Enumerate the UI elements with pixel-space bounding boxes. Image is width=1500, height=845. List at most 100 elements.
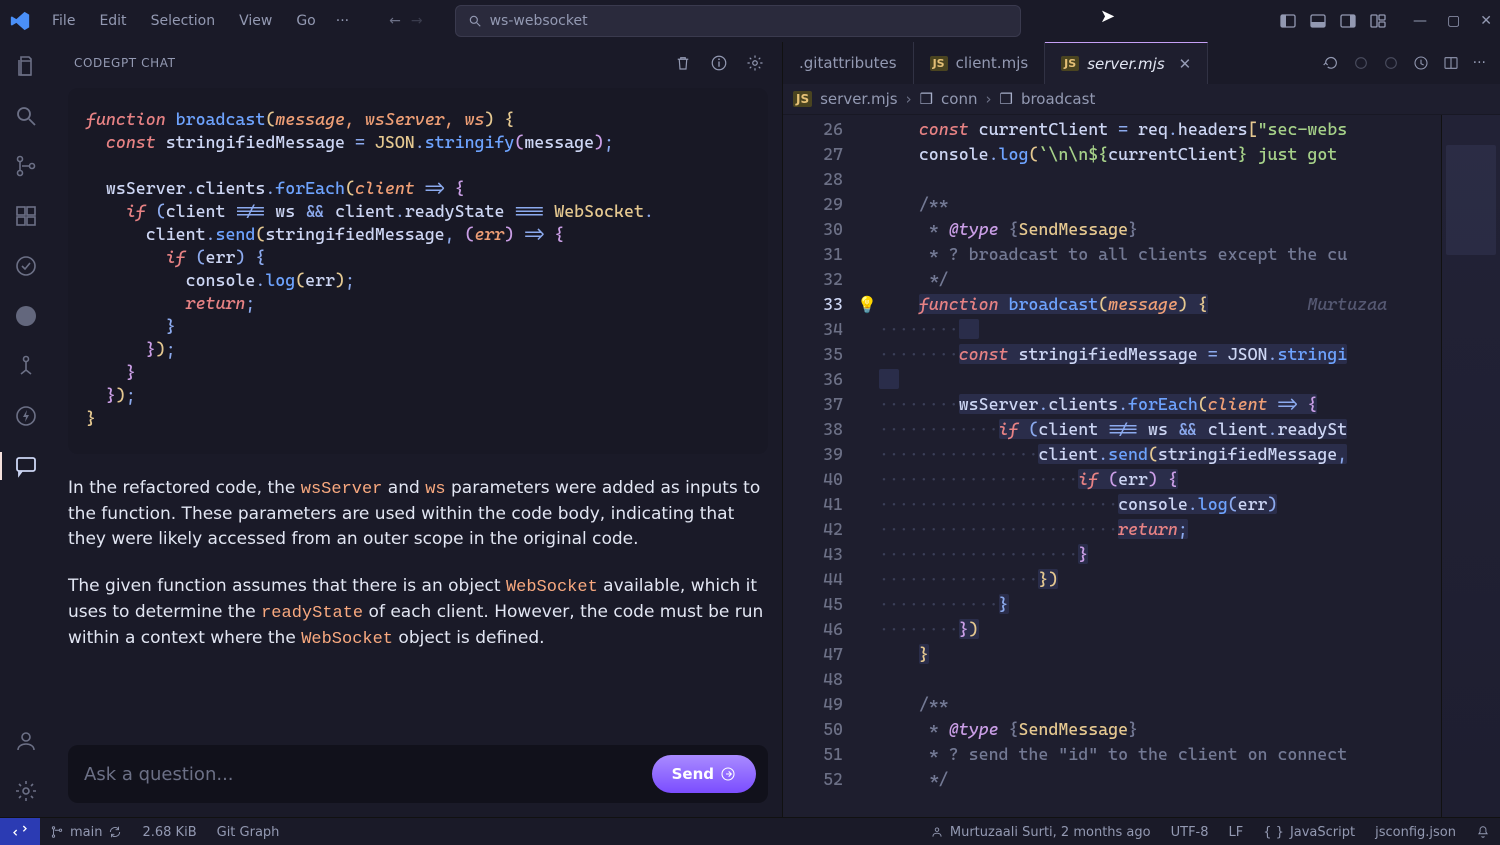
extensions-icon[interactable]: [12, 202, 40, 230]
code-line[interactable]: ················}): [879, 567, 1441, 592]
info-icon[interactable]: [710, 54, 728, 72]
nav-back-icon[interactable]: ←: [389, 13, 401, 29]
code-line[interactable]: [879, 367, 1441, 392]
notifications-icon[interactable]: [1466, 825, 1500, 840]
explorer-icon[interactable]: [12, 52, 40, 80]
code-line[interactable]: /**: [879, 692, 1441, 717]
code-line[interactable]: ····················}: [879, 542, 1441, 567]
tab-close-icon[interactable]: ✕: [1179, 55, 1192, 73]
code-content[interactable]: const currentClient = req.headers["sec-w…: [879, 115, 1441, 817]
accounts-icon[interactable]: [12, 727, 40, 755]
clear-chat-icon[interactable]: [674, 54, 692, 72]
line-number: 30: [783, 217, 843, 242]
live-share-icon[interactable]: [12, 252, 40, 280]
maximize-icon[interactable]: ▢: [1447, 13, 1460, 29]
encoding[interactable]: UTF-8: [1161, 825, 1219, 840]
chat-input[interactable]: Ask a question...: [84, 764, 652, 785]
settings-gear-icon[interactable]: [12, 777, 40, 805]
toggle-primary-sidebar-icon[interactable]: [1279, 12, 1297, 30]
thunder-icon[interactable]: [12, 402, 40, 430]
code-line[interactable]: function broadcast(message) { Murtuzaa: [879, 292, 1441, 317]
menu-overflow-icon[interactable]: ···: [328, 7, 357, 35]
command-center-search[interactable]: ws-websocket: [455, 5, 1021, 37]
js-file-icon: JS: [793, 91, 812, 107]
nav-forward-icon[interactable]: →: [411, 13, 423, 29]
menu-selection[interactable]: Selection: [139, 7, 228, 35]
code-line[interactable]: ························console.log(err): [879, 492, 1441, 517]
file-annotations-icon[interactable]: [1413, 55, 1429, 71]
github-icon[interactable]: [12, 302, 40, 330]
panel-settings-icon[interactable]: [746, 54, 764, 72]
menu-file[interactable]: File: [40, 7, 87, 35]
menu-go[interactable]: Go: [284, 7, 327, 35]
menu-view[interactable]: View: [227, 7, 284, 35]
line-number: 50: [783, 717, 843, 742]
code-line[interactable]: console.log(`\n\n${currentClient} just g…: [879, 142, 1441, 167]
code-line[interactable]: * ? broadcast to all clients except the …: [879, 242, 1441, 267]
send-button[interactable]: Send: [652, 755, 756, 793]
code-line[interactable]: const currentClient = req.headers["sec-w…: [879, 117, 1441, 142]
line-number: 52: [783, 767, 843, 792]
codegpt-chat-icon[interactable]: [12, 452, 40, 480]
breadcrumb-sym2[interactable]: broadcast: [1021, 90, 1095, 108]
code-line[interactable]: /**: [879, 192, 1441, 217]
jsconfig-status[interactable]: jsconfig.json: [1365, 825, 1466, 840]
go-next-change-icon[interactable]: [1383, 55, 1399, 71]
code-line[interactable]: * ? send the "id" to the client on conne…: [879, 742, 1441, 767]
title-bar: File Edit Selection View Go ··· ← → ws-w…: [0, 0, 1500, 42]
breadcrumb-file[interactable]: server.mjs: [820, 90, 897, 108]
breadcrumb[interactable]: JS server.mjs › ❒ conn › ❒ broadcast: [783, 84, 1500, 115]
chevron-right-icon: ›: [985, 90, 991, 108]
code-line[interactable]: ············if (client !== ws && client.…: [879, 417, 1441, 442]
language-mode[interactable]: { } JavaScript: [1253, 825, 1365, 840]
code-line[interactable]: ············}: [879, 592, 1441, 617]
minimize-icon[interactable]: —: [1413, 13, 1427, 29]
git-graph[interactable]: Git Graph: [207, 825, 290, 840]
source-control-icon[interactable]: [12, 152, 40, 180]
code-line[interactable]: [879, 167, 1441, 192]
code-line[interactable]: * @type {SendMessage}: [879, 217, 1441, 242]
toggle-panel-icon[interactable]: [1309, 12, 1327, 30]
close-icon[interactable]: ✕: [1480, 13, 1492, 29]
tab-client[interactable]: JS client.mjs: [914, 42, 1046, 84]
line-number: 29: [783, 192, 843, 217]
code-line[interactable]: }: [879, 642, 1441, 667]
revert-icon[interactable]: [1323, 55, 1339, 71]
code-line[interactable]: */: [879, 267, 1441, 292]
editor-tabs: .gitattributes JS client.mjs JS server.m…: [783, 42, 1500, 84]
minimap[interactable]: [1441, 115, 1500, 817]
line-number: 51: [783, 742, 843, 767]
lightbulb-icon[interactable]: 💡: [857, 292, 877, 317]
sync-icon[interactable]: [108, 825, 122, 839]
code-line[interactable]: */: [879, 767, 1441, 792]
code-line[interactable]: [879, 667, 1441, 692]
code-line[interactable]: ················client.send(stringifiedM…: [879, 442, 1441, 467]
code-line[interactable]: ········: [879, 317, 1441, 342]
code-line[interactable]: ········const stringifiedMessage = JSON.…: [879, 342, 1441, 367]
remote-indicator[interactable]: [0, 818, 40, 845]
customize-layout-icon[interactable]: [1369, 12, 1387, 30]
tab-server[interactable]: JS server.mjs ✕: [1045, 42, 1208, 84]
code-line[interactable]: ········wsServer.clients.forEach(client …: [879, 392, 1441, 417]
breadcrumb-sym1[interactable]: conn: [941, 90, 977, 108]
tab-gitattributes[interactable]: .gitattributes: [783, 42, 914, 84]
git-blame-status[interactable]: Murtuzaali Surti, 2 months ago: [920, 825, 1161, 840]
split-editor-icon[interactable]: [1443, 55, 1459, 71]
code-line[interactable]: ········}): [879, 617, 1441, 642]
glyph-margin: 💡: [855, 115, 879, 817]
search-icon[interactable]: [12, 102, 40, 130]
code-line[interactable]: ····················if (err) {: [879, 467, 1441, 492]
git-branch[interactable]: main: [40, 825, 132, 840]
eol[interactable]: LF: [1219, 825, 1254, 840]
toggle-secondary-sidebar-icon[interactable]: [1339, 12, 1357, 30]
code-editor[interactable]: 2627282930313233343536373839404142434445…: [783, 115, 1500, 817]
editor-more-icon[interactable]: ···: [1473, 55, 1486, 71]
line-number: 31: [783, 242, 843, 267]
repo-size[interactable]: 2.68 KiB: [132, 825, 206, 840]
menu-edit[interactable]: Edit: [87, 7, 138, 35]
line-number: 41: [783, 492, 843, 517]
gitlens-icon[interactable]: [12, 352, 40, 380]
go-prev-change-icon[interactable]: [1353, 55, 1369, 71]
code-line[interactable]: * @type {SendMessage}: [879, 717, 1441, 742]
code-line[interactable]: ························return;: [879, 517, 1441, 542]
